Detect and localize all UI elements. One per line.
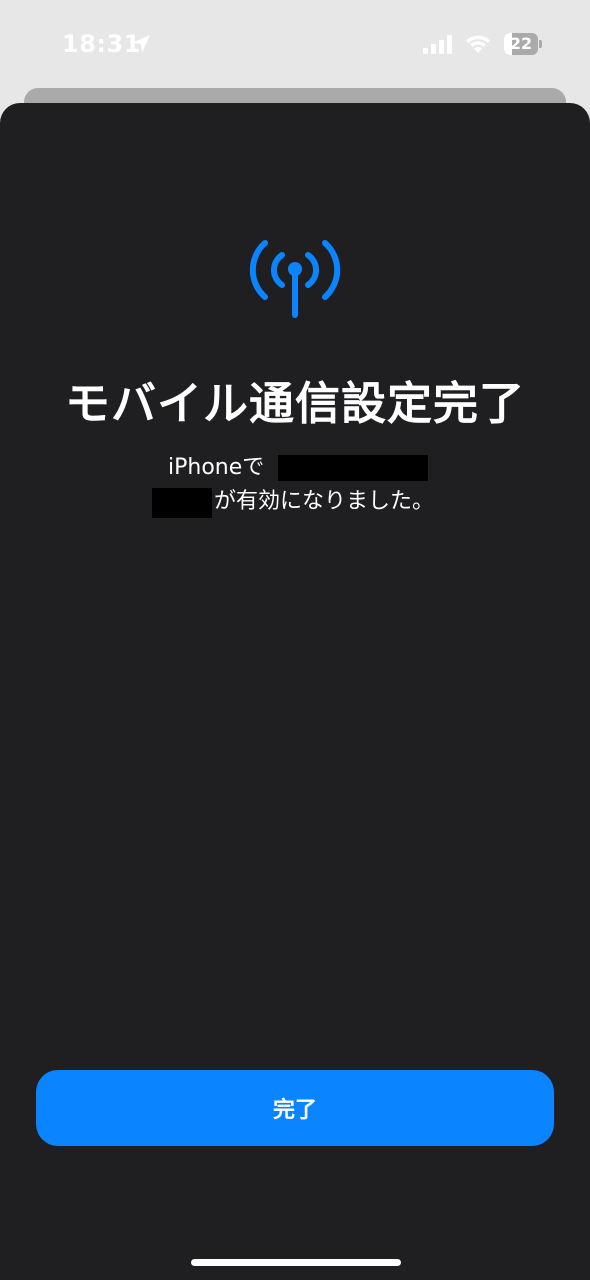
redaction-box bbox=[278, 455, 428, 481]
location-arrow-icon bbox=[132, 35, 150, 53]
done-button[interactable]: 完了 bbox=[36, 1070, 554, 1146]
message-line-1: iPhoneで bbox=[168, 455, 265, 480]
redaction-box bbox=[152, 488, 212, 518]
battery-level: 22 bbox=[509, 34, 533, 53]
battery-icon: 22 bbox=[504, 33, 542, 55]
antenna-icon bbox=[249, 240, 341, 318]
wifi-icon bbox=[466, 35, 490, 53]
cellular-signal-icon bbox=[423, 35, 452, 54]
message-line-2: が有効になりました。 bbox=[214, 489, 435, 514]
page-title: モバイル通信設定完了 bbox=[64, 377, 525, 430]
status-bar: 18:31 22 bbox=[0, 0, 590, 90]
home-indicator[interactable] bbox=[191, 1259, 401, 1266]
